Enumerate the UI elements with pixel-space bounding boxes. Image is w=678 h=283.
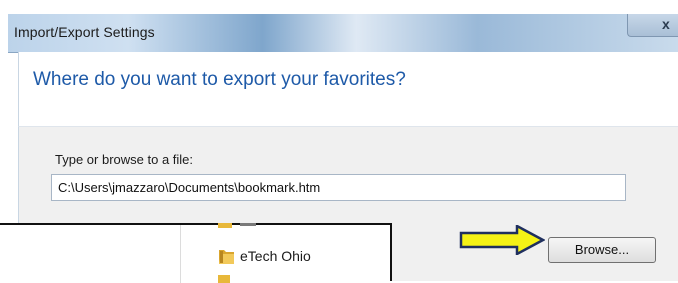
folder-label: eTech Ohio xyxy=(240,248,311,264)
title-bar[interactable]: Import/Export Settings x xyxy=(8,14,678,53)
browse-button[interactable]: Browse... xyxy=(548,237,656,263)
pane-divider xyxy=(180,225,181,283)
wizard-header: Where do you want to export your favorit… xyxy=(18,52,678,127)
window-title: Import/Export Settings xyxy=(14,24,155,40)
file-path-label: Type or browse to a file: xyxy=(55,152,194,167)
folder-browser-overlay: eTech Ohio xyxy=(0,223,392,283)
partial-folder-icon xyxy=(218,275,230,283)
close-button[interactable]: x xyxy=(627,14,678,37)
page-title: Where do you want to export your favorit… xyxy=(33,69,406,90)
close-icon: x xyxy=(662,16,670,32)
import-export-window: Import/Export Settings x Where do you wa… xyxy=(0,0,678,283)
folder-icon xyxy=(219,250,234,264)
file-path-input[interactable]: C:\Users\jmazzaro\Documents\bookmark.htm xyxy=(51,174,626,201)
pointer-arrow-icon xyxy=(459,225,545,255)
partial-folder-row xyxy=(218,223,256,228)
